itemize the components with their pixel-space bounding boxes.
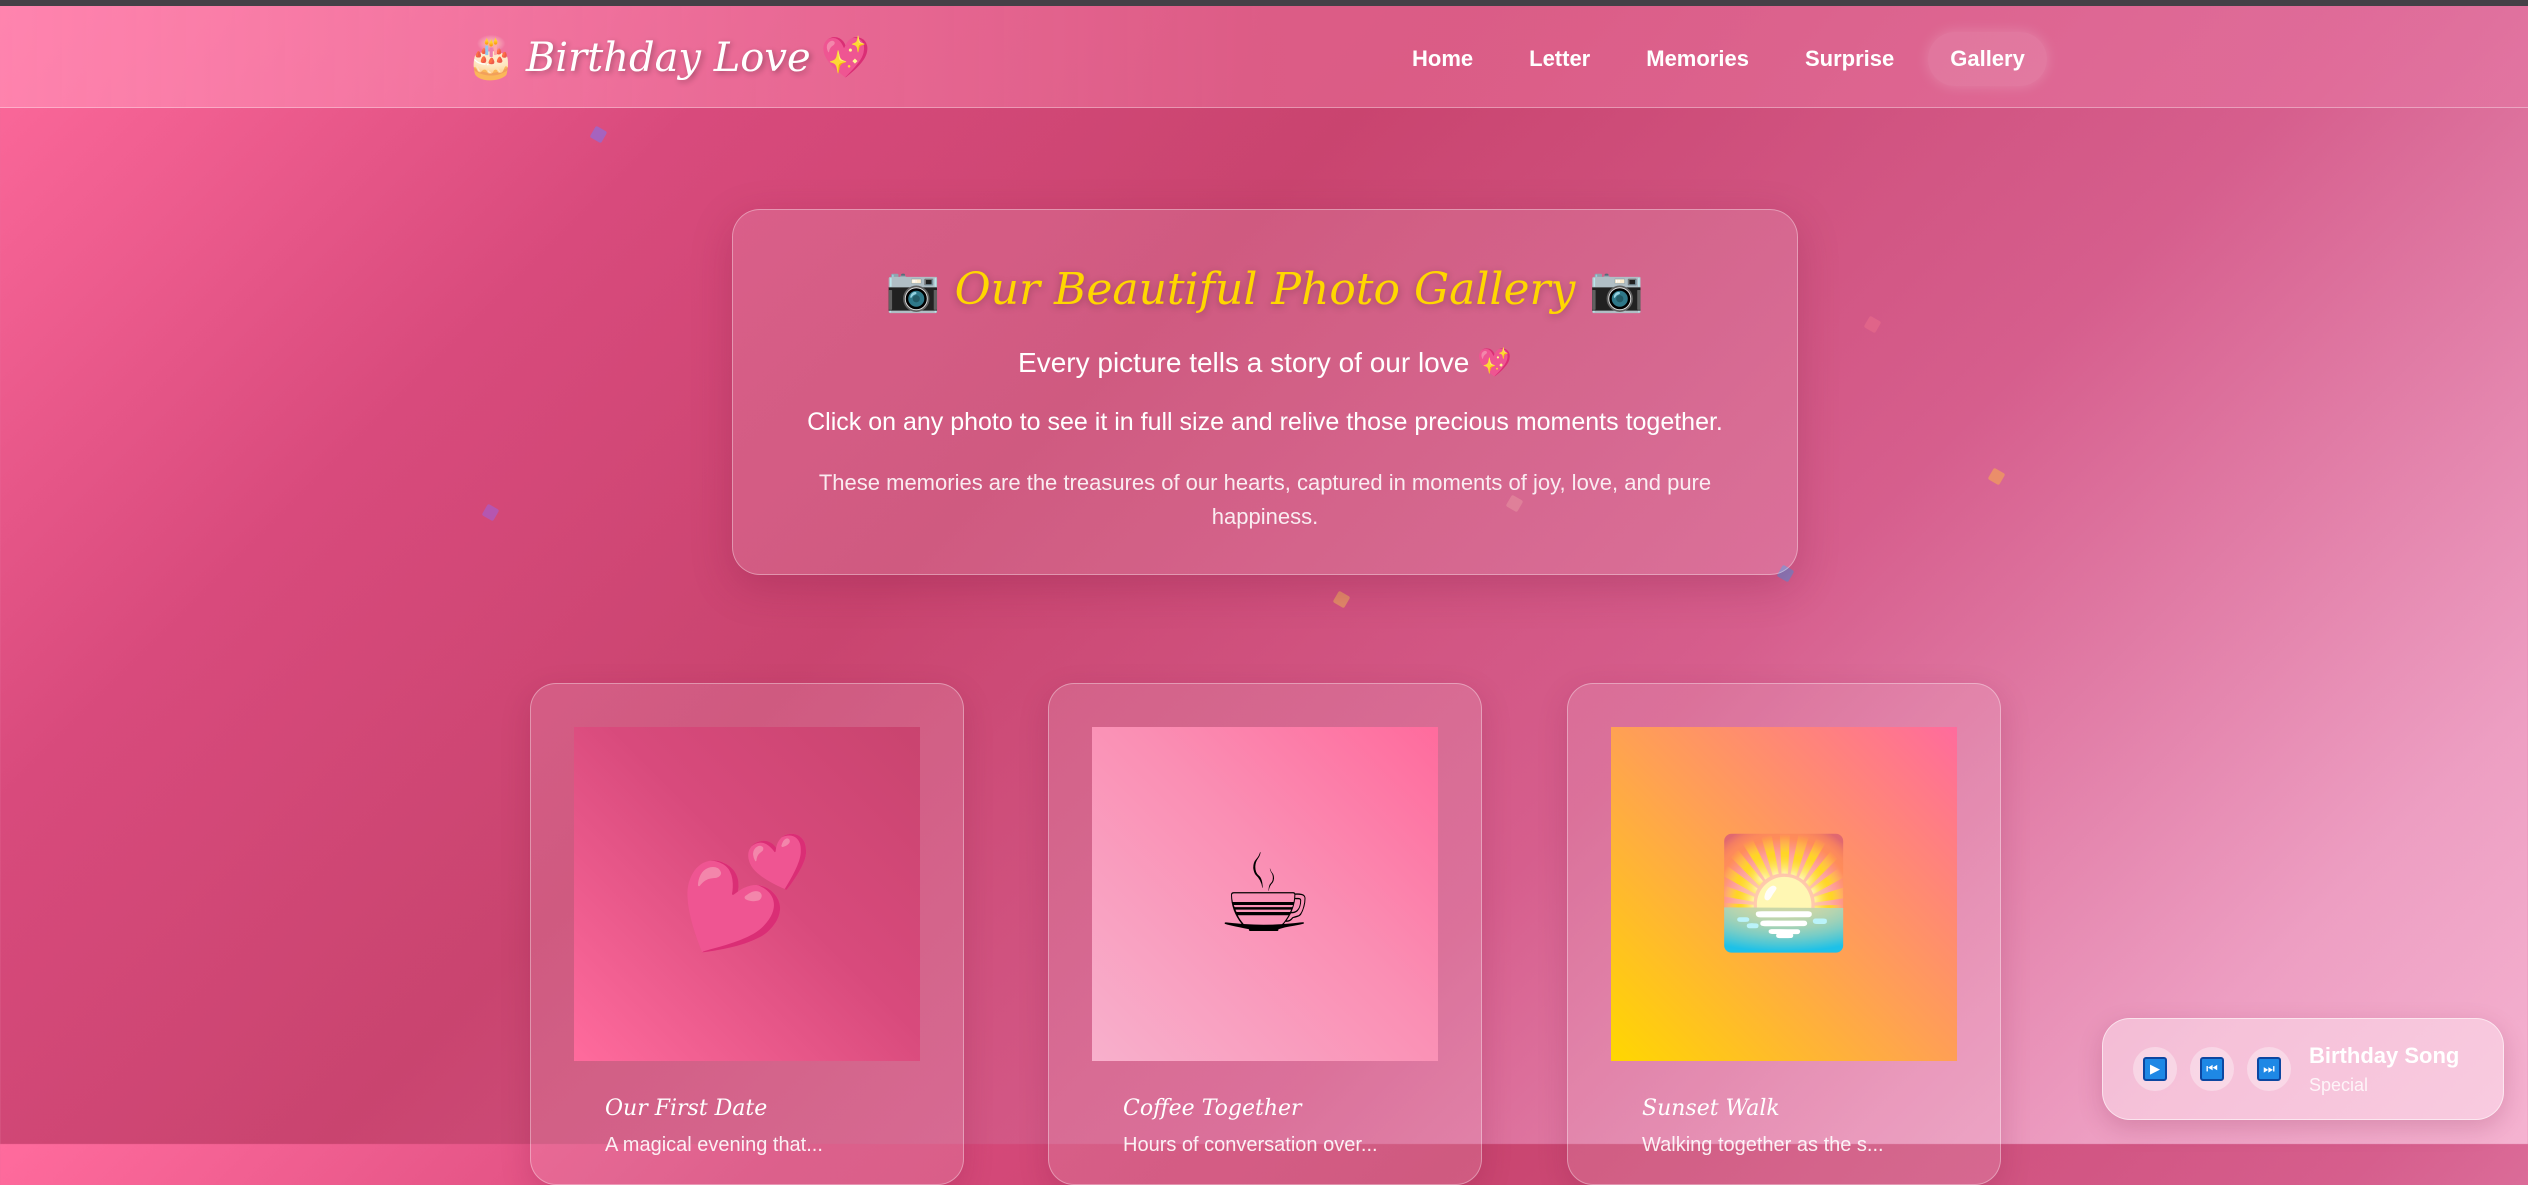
music-player: ▶ ⏮ ⏭ Birthday Song Special (2102, 1018, 2504, 1120)
song-subtitle: Special (2309, 1075, 2369, 1095)
photo-thumbnail[interactable]: 🌅 (1611, 727, 1957, 1061)
photo-description: Hours of conversation over... (1123, 1134, 1378, 1156)
song-title: Birthday Song (2309, 1043, 2460, 1068)
coffee-icon: ☕ (1216, 831, 1314, 957)
gallery-subtitle: Every picture tells a story of our love … (1018, 347, 1512, 378)
nav-link-home[interactable]: Home (1390, 32, 1495, 86)
confetti-piece (481, 503, 500, 522)
top-navbar: 🎂 Birthday Love 💖 Home Letter Memories S… (0, 6, 2528, 108)
photo-description: A magical evening that... (605, 1134, 823, 1156)
nav-link-memories[interactable]: Memories (1624, 32, 1771, 86)
confetti-piece (589, 125, 608, 144)
brand-logo[interactable]: 🎂 Birthday Love 💖 (466, 28, 870, 88)
photo-title: Coffee Together (1123, 1096, 1302, 1121)
previous-button[interactable]: ⏮ (2190, 1047, 2234, 1091)
next-track-icon: ⏭ (2257, 1057, 2281, 1081)
photo-title: Sunset Walk (1642, 1096, 1780, 1121)
photo-description: Walking together as the s... (1642, 1134, 1884, 1156)
sunrise-icon: 🌅 (1716, 831, 1852, 956)
camera-icon: 📷 (1589, 264, 1645, 315)
confetti-piece (1987, 467, 2006, 486)
gallery-instructions: Click on any photo to see it in full siz… (807, 408, 1723, 436)
photo-thumbnail[interactable]: 💕 (574, 727, 920, 1061)
nav-link-surprise[interactable]: Surprise (1783, 32, 1916, 86)
photo-thumbnail[interactable]: ☕ (1092, 727, 1438, 1061)
gallery-intro-panel: 📷 Our Beautiful Photo Gallery 📷 Every pi… (732, 209, 1798, 575)
photo-card[interactable]: ☕ Coffee Together Hours of conversation … (1048, 683, 1482, 1185)
previous-track-icon: ⏮ (2200, 1057, 2224, 1081)
photo-title: Our First Date (605, 1096, 768, 1121)
camera-icon: 📷 (885, 264, 941, 315)
confetti-piece (1863, 315, 1882, 334)
play-button[interactable]: ▶ (2133, 1047, 2177, 1091)
play-icon: ▶ (2143, 1057, 2167, 1081)
nav-links: Home Letter Memories Surprise Gallery (1390, 32, 2047, 86)
confetti-piece (1332, 590, 1351, 609)
sparkling-heart-icon: 💖 (820, 35, 871, 81)
two-hearts-icon: 💕 (679, 831, 815, 956)
photo-card[interactable]: 💕 Our First Date A magical evening that.… (530, 683, 964, 1185)
next-button[interactable]: ⏭ (2247, 1047, 2291, 1091)
nav-link-letter[interactable]: Letter (1507, 32, 1612, 86)
nav-link-gallery[interactable]: Gallery (1928, 32, 2047, 86)
page-title: 📷 Our Beautiful Photo Gallery 📷 (733, 254, 1797, 324)
cake-icon: 🎂 (466, 35, 516, 81)
brand-name: Birthday Love (525, 35, 811, 81)
photo-card[interactable]: 🌅 Sunset Walk Walking together as the s.… (1567, 683, 2001, 1185)
page-title-text: Our Beautiful Photo Gallery (954, 263, 1576, 315)
gallery-note: These memories are the treasures of our … (818, 470, 1712, 529)
